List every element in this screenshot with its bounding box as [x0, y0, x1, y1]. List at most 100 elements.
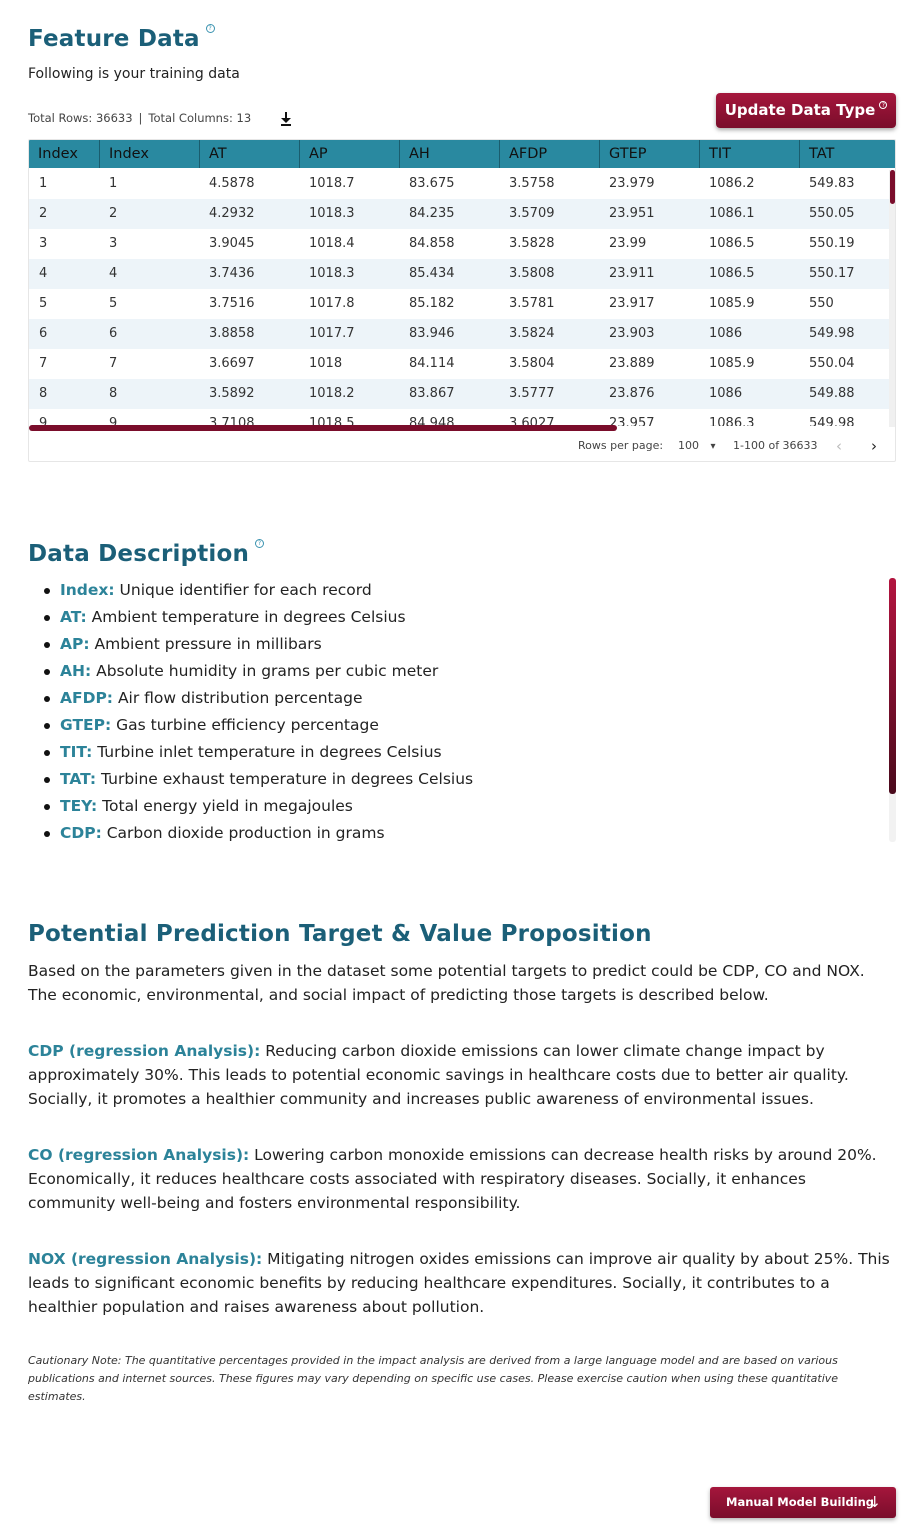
- table-row[interactable]: 9 9 3.7108 1018.5 84.948 3.6027 23.957 1086.3 54…: [29, 409, 889, 426]
- table-cell: 3.5781: [509, 296, 555, 311]
- description-text: Ambient temperature in degrees Celsius: [86, 608, 406, 626]
- update-data-type-button[interactable]: Update Data Type?: [716, 93, 896, 128]
- table-cell: 5: [109, 296, 118, 311]
- table-cell: 23.876: [609, 386, 655, 401]
- column-header[interactable]: AT: [199, 140, 299, 168]
- table-row[interactable]: 3 3 3.9045 1018.4 84.858 3.5828 23.99 1086.5 550…: [29, 229, 889, 259]
- data-description-list: Index: Unique identifier for each record…: [40, 577, 880, 847]
- column-header[interactable]: AH: [399, 140, 499, 168]
- description-text: Total energy yield in megajoules: [97, 797, 353, 815]
- feature-data-subtitle: Following is your training data: [28, 66, 240, 82]
- table-cell: 5: [39, 296, 48, 311]
- table-cell: 3.8858: [209, 326, 255, 341]
- bullet-icon: [44, 831, 50, 837]
- description-text: Unique identifier for each record: [114, 581, 372, 599]
- table-cell: 1085.9: [709, 296, 755, 311]
- table-cell: 23.957: [609, 416, 655, 426]
- next-page-icon[interactable]: ›: [871, 437, 877, 455]
- table-cell: 84.948: [409, 416, 455, 426]
- manual-model-building-button[interactable]: Manual Model Building ↓: [710, 1487, 896, 1518]
- description-text: Turbine inlet temperature in degrees Cel…: [92, 743, 442, 761]
- manual-model-building-label: Manual Model Building: [726, 1495, 875, 1509]
- table-cell: 2: [39, 206, 48, 221]
- list-item: Index: Unique identifier for each record: [40, 577, 880, 604]
- table-cell: 3: [39, 236, 48, 251]
- bullet-icon: [44, 750, 50, 756]
- table-cell: 3: [109, 236, 118, 251]
- list-item: CDP: Carbon dioxide production in grams: [40, 820, 880, 847]
- description-text: Absolute humidity in grams per cubic met…: [91, 662, 439, 680]
- table-row[interactable]: 2 2 4.2932 1018.3 84.235 3.5709 23.951 1086.1 55…: [29, 199, 889, 229]
- description-scrollbar[interactable]: [889, 578, 896, 842]
- rows-per-page-select[interactable]: 100 ▾: [678, 439, 716, 452]
- column-header[interactable]: AFDP: [499, 140, 599, 168]
- table-cell: 3.5824: [509, 326, 555, 341]
- table-cell: 1086: [709, 386, 743, 401]
- data-description-title: Data Description?: [28, 539, 265, 567]
- table-horizontal-scrollbar[interactable]: [29, 425, 617, 431]
- table-cell: 4: [39, 266, 48, 281]
- table-cell: 7: [109, 356, 118, 371]
- list-item: AH: Absolute humidity in grams per cubic…: [40, 658, 880, 685]
- description-key: TEY:: [60, 797, 98, 815]
- table-cell: 8: [109, 386, 118, 401]
- table-cell: 7: [39, 356, 48, 371]
- total-rows-label: Total Rows: 36633: [28, 111, 133, 125]
- table-row[interactable]: 6 6 3.8858 1017.7 83.946 3.5824 23.903 1086 549.…: [29, 319, 889, 349]
- table-cell: 3.9045: [209, 236, 255, 251]
- table-cell: 3.7108: [209, 416, 255, 426]
- column-header[interactable]: GTEP: [599, 140, 699, 168]
- table-cell: 3.7436: [209, 266, 255, 281]
- table-row[interactable]: 1 1 4.5878 1018.7 83.675 3.5758 23.979 1086.2 54…: [29, 169, 889, 199]
- table-cell: 1086.5: [709, 266, 755, 281]
- table-cell: 4.5878: [209, 176, 255, 191]
- table-cell: 84.858: [409, 236, 455, 251]
- table-cell: 1086: [709, 326, 743, 341]
- table-row[interactable]: 8 8 3.5892 1018.2 83.867 3.5777 23.876 1086 549.…: [29, 379, 889, 409]
- arrow-down-icon: ↓: [868, 1493, 881, 1511]
- rows-per-page-value: 100: [678, 439, 699, 452]
- column-header[interactable]: Index: [29, 140, 99, 168]
- table-row[interactable]: 5 5 3.7516 1017.8 85.182 3.5781 23.917 1085.9 55…: [29, 289, 889, 319]
- table-cell: 83.946: [409, 326, 455, 341]
- table-vertical-scrollbar[interactable]: [889, 170, 895, 427]
- description-key: AH:: [60, 662, 92, 680]
- table-cell: 1: [109, 176, 118, 191]
- scrollbar-thumb[interactable]: [889, 578, 896, 794]
- column-header[interactable]: TIT: [699, 140, 799, 168]
- feature-data-table: Index Index AT AP AH AFDP GTEP TIT TAT 1 1 4.5878 1…: [28, 139, 896, 462]
- table-cell: 9: [39, 416, 48, 426]
- table-cell: 550: [809, 296, 834, 311]
- table-cell: 23.99: [609, 236, 647, 251]
- download-icon[interactable]: [279, 111, 293, 127]
- bullet-icon: [44, 696, 50, 702]
- table-cell: 1018.5: [309, 416, 355, 426]
- table-cell: 1018: [309, 356, 343, 371]
- table-cell: 6: [109, 326, 118, 341]
- column-header[interactable]: AP: [299, 140, 399, 168]
- previous-page-icon[interactable]: ‹: [836, 437, 842, 455]
- table-cell: 1018.3: [309, 266, 355, 281]
- scrollbar-thumb[interactable]: [890, 170, 895, 204]
- bullet-icon: [44, 723, 50, 729]
- help-icon[interactable]: ?: [879, 101, 888, 109]
- help-icon[interactable]: ?: [205, 24, 215, 33]
- table-cell: 1: [39, 176, 48, 191]
- table-cell: 550.19: [809, 236, 855, 251]
- help-icon[interactable]: ?: [255, 539, 265, 548]
- table-cell: 6: [39, 326, 48, 341]
- table-cell: 1017.8: [309, 296, 355, 311]
- table-cell: 3.5892: [209, 386, 255, 401]
- feature-data-title-text: Feature Data: [28, 26, 200, 52]
- rows-per-page-label: Rows per page:: [578, 439, 664, 452]
- table-row[interactable]: 4 4 3.7436 1018.3 85.434 3.5808 23.911 1086.5 55…: [29, 259, 889, 289]
- column-header[interactable]: TAT: [799, 140, 895, 168]
- table-cell: 85.182: [409, 296, 455, 311]
- table-cell: 23.889: [609, 356, 655, 371]
- column-header[interactable]: Index: [99, 140, 199, 168]
- bullet-icon: [44, 615, 50, 621]
- table-cell: 3.5808: [509, 266, 555, 281]
- bullet-icon: [44, 588, 50, 594]
- table-row[interactable]: 7 7 3.6697 1018 84.114 3.5804 23.889 1085.9 550.…: [29, 349, 889, 379]
- target-paragraph-co: CO (regression Analysis): Lowering carbo…: [28, 1143, 898, 1215]
